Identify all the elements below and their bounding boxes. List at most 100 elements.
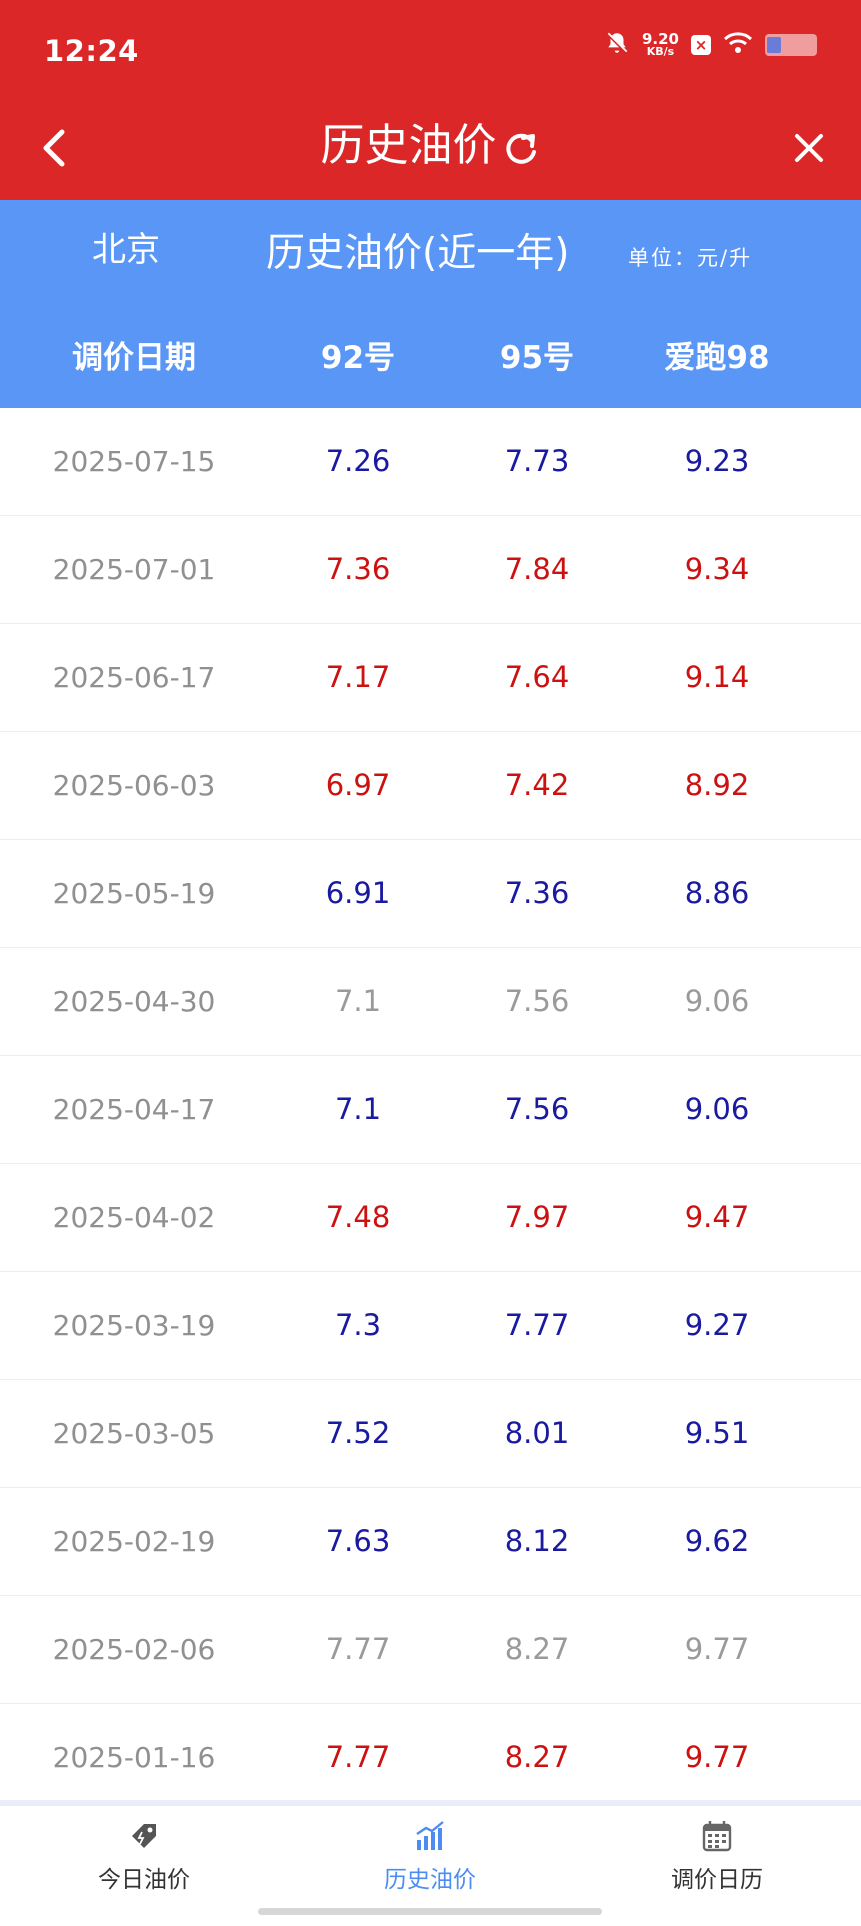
- cell-98: 9.47: [684, 1200, 750, 1234]
- cell-date: 2025-02-06: [52, 1633, 216, 1666]
- table-row: 2025-04-02 7.48 7.97 9.47: [0, 1164, 861, 1272]
- cell-95: 8.01: [504, 1416, 570, 1450]
- cell-date: 2025-06-03: [52, 769, 216, 802]
- battery-icon: [765, 34, 817, 56]
- status-icons: 9.20 KB/s ×: [604, 30, 817, 60]
- cell-92: 7.3: [334, 1308, 382, 1342]
- cell-92: 7.48: [325, 1200, 391, 1234]
- cell-92: 7.77: [325, 1632, 391, 1666]
- status-bar: 12:24 9.20 KB/s ×: [0, 0, 861, 100]
- cell-98: 9.34: [684, 552, 750, 586]
- page-title: 历史油价: [0, 116, 861, 176]
- price-tag-icon: [132, 1824, 156, 1848]
- table-row: 2025-04-17 7.1 7.56 9.06: [0, 1056, 861, 1164]
- cell-92: 7.52: [325, 1416, 391, 1450]
- column-header-92: 92号: [320, 340, 396, 376]
- column-header-98: 爱跑98: [664, 340, 770, 376]
- cell-date: 2025-06-17: [52, 661, 216, 694]
- notification-x-icon: ×: [691, 35, 711, 55]
- cell-98: 9.51: [684, 1416, 750, 1450]
- tab-price-calendar-label: 调价日历: [671, 1867, 763, 1893]
- cell-95: 7.56: [504, 984, 570, 1018]
- table-row: 2025-03-19 7.3 7.77 9.27: [0, 1272, 861, 1380]
- cell-date: 2025-03-05: [52, 1417, 216, 1450]
- cell-92: 7.1: [334, 1092, 382, 1126]
- city-label[interactable]: 北京: [92, 222, 160, 271]
- cell-95: 8.12: [504, 1524, 570, 1558]
- table-header: 北京 历史油价(近一年) 单位：元/升 调价日期 92号 95号 爱跑98: [0, 200, 861, 408]
- cell-92: 7.1: [334, 984, 382, 1018]
- network-speed: 9.20 KB/s: [642, 32, 679, 58]
- column-header-date: 调价日期: [72, 340, 196, 376]
- tab-today-price-label: 今日油价: [98, 1867, 190, 1893]
- tab-today-price[interactable]: 今日油价: [44, 1818, 244, 1894]
- cell-92: 6.97: [325, 768, 391, 802]
- cell-98: 9.77: [684, 1740, 750, 1774]
- cell-95: 7.77: [504, 1308, 570, 1342]
- cell-98: 8.86: [684, 876, 750, 910]
- table-row: 2025-01-16 7.77 8.27 9.77: [0, 1704, 861, 1812]
- table-row: 2025-07-01 7.36 7.84 9.34: [0, 516, 861, 624]
- column-header-95: 95号: [499, 340, 575, 376]
- table-row: 2025-02-19 7.63 8.12 9.62: [0, 1488, 861, 1596]
- cell-92: 6.91: [325, 876, 391, 910]
- status-time: 12:24: [44, 34, 139, 68]
- cell-95: 8.27: [504, 1632, 570, 1666]
- table-row: 2025-05-19 6.91 7.36 8.86: [0, 840, 861, 948]
- cell-date: 2025-07-01: [52, 553, 216, 586]
- network-speed-value: 9.20: [641, 30, 679, 48]
- cell-date: 2025-01-16: [52, 1741, 216, 1774]
- cell-98: 9.62: [684, 1524, 750, 1558]
- cell-date: 2025-03-19: [52, 1309, 216, 1342]
- cell-date: 2025-04-02: [52, 1201, 216, 1234]
- table-row: 2025-06-17 7.17 7.64 9.14: [0, 624, 861, 732]
- cell-date: 2025-02-19: [52, 1525, 216, 1558]
- cell-98: 9.77: [684, 1632, 750, 1666]
- cell-95: 8.27: [504, 1740, 570, 1774]
- cell-92: 7.17: [325, 660, 391, 694]
- cell-date: 2025-07-15: [52, 445, 216, 478]
- refresh-button[interactable]: [501, 124, 541, 164]
- cell-95: 7.73: [504, 444, 570, 478]
- wifi-icon: [723, 31, 753, 59]
- price-table: 2025-07-15 7.26 7.73 9.23 2025-07-01 7.36 7.8…: [0, 408, 861, 1812]
- table-row: 2025-03-05 7.52 8.01 9.51: [0, 1380, 861, 1488]
- cell-date: 2025-04-17: [52, 1093, 216, 1126]
- close-button[interactable]: [779, 118, 839, 178]
- nav-bar: 历史油价: [0, 100, 861, 200]
- table-title: 历史油价(近一年): [266, 231, 570, 276]
- cell-95: 7.64: [504, 660, 570, 694]
- cell-92: 7.36: [325, 552, 391, 586]
- cell-95: 7.84: [504, 552, 570, 586]
- refresh-icon: [505, 133, 536, 164]
- tab-history-price-label: 历史油价: [384, 1867, 476, 1893]
- close-icon: [795, 134, 823, 162]
- network-speed-unit: KB/s: [646, 45, 675, 58]
- tab-history-price[interactable]: 历史油价: [330, 1818, 530, 1894]
- cell-98: 9.06: [684, 984, 750, 1018]
- cell-95: 7.56: [504, 1092, 570, 1126]
- table-row: 2025-07-15 7.26 7.73 9.23: [0, 408, 861, 516]
- table-row: 2025-06-03 6.97 7.42 8.92: [0, 732, 861, 840]
- tab-price-calendar[interactable]: 调价日历: [617, 1818, 817, 1894]
- table-row: 2025-04-30 7.1 7.56 9.06: [0, 948, 861, 1056]
- home-indicator[interactable]: [258, 1908, 602, 1915]
- unit-label: 单位：元/升: [628, 246, 753, 270]
- cell-92: 7.26: [325, 444, 391, 478]
- cell-98: 9.14: [684, 660, 750, 694]
- cell-date: 2025-04-30: [52, 985, 216, 1018]
- bell-muted-icon: [604, 30, 630, 60]
- calendar-icon: [702, 1821, 732, 1852]
- cell-date: 2025-05-19: [52, 877, 216, 910]
- cell-95: 7.42: [504, 768, 570, 802]
- cell-92: 7.77: [325, 1740, 391, 1774]
- cell-98: 9.06: [684, 1092, 750, 1126]
- cell-92: 7.63: [325, 1524, 391, 1558]
- page-title-text: 历史油价: [320, 120, 497, 171]
- cell-98: 9.23: [684, 444, 750, 478]
- cell-98: 9.27: [684, 1308, 750, 1342]
- table-row: 2025-02-06 7.77 8.27 9.77: [0, 1596, 861, 1704]
- cell-95: 7.36: [504, 876, 570, 910]
- bar-chart-icon: [416, 1821, 444, 1850]
- cell-95: 7.97: [504, 1200, 570, 1234]
